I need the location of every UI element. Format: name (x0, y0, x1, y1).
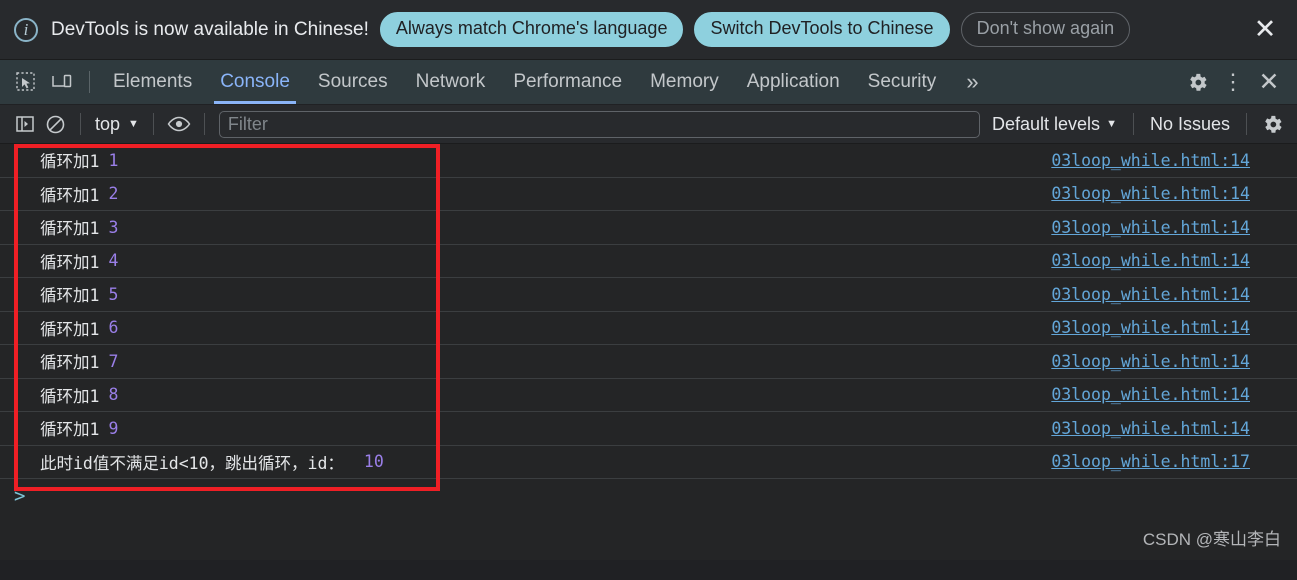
console-message-row[interactable]: 循环加1 1 03loop_while.html:14 (0, 144, 1297, 178)
console-message-text: 循环加1 (40, 152, 100, 172)
tab-memory[interactable]: Memory (636, 60, 733, 104)
console-message-source-link[interactable]: 03loop_while.html:14 (1051, 385, 1250, 404)
console-message-source-link[interactable]: 03loop_while.html:14 (1051, 218, 1250, 237)
console-message-text: 循环加1 (40, 185, 100, 205)
console-message-value: 4 (108, 251, 119, 271)
clear-console-icon[interactable] (40, 109, 70, 139)
console-message-value: 3 (108, 217, 119, 237)
console-message-row[interactable]: 循环加1 4 03loop_while.html:14 (0, 245, 1297, 278)
info-circle-icon: i (14, 17, 38, 42)
console-message-value: 2 (108, 184, 119, 204)
console-message-row[interactable]: 循环加1 5 03loop_while.html:14 (0, 278, 1297, 312)
toolbar-divider-3 (203, 113, 205, 135)
prompt-caret-icon: > (14, 485, 26, 507)
console-message-value: 8 (108, 385, 119, 405)
console-message-value: 6 (108, 318, 119, 338)
chevron-down-icon: ▼ (1106, 118, 1117, 130)
console-message-source-link[interactable]: 03loop_while.html:14 (1051, 419, 1250, 438)
tab-label: Sources (317, 71, 388, 92)
console-message-row[interactable]: 循环加1 7 03loop_while.html:14 (0, 345, 1297, 379)
tab-label: Memory (650, 71, 719, 92)
toolbar-divider-4 (1132, 113, 1134, 135)
console-message-source-link[interactable]: 03loop_while.html:14 (1051, 318, 1250, 337)
tab-label: Security (867, 71, 937, 92)
console-message-source-link[interactable]: 03loop_while.html:14 (1051, 184, 1250, 203)
tab-label: Network (415, 71, 486, 92)
log-levels-label: Default levels (992, 113, 1101, 134)
dont-show-again-button[interactable]: Don't show again (960, 11, 1131, 48)
log-levels-selector[interactable]: Default levels ▼ (986, 114, 1123, 135)
console-sidebar-icon[interactable] (10, 109, 40, 139)
tabbar-spacer (995, 60, 1160, 104)
console-message-source-link[interactable]: 03loop_while.html:14 (1051, 251, 1250, 270)
console-toolbar: top ▼ Filter Default levels ▼ No Issues (0, 105, 1297, 144)
tab-label: Elements (113, 71, 193, 92)
close-devtools-icon[interactable]: ✕ (1251, 60, 1287, 105)
console-message-source-link[interactable]: 03loop_while.html:14 (1051, 285, 1250, 304)
console-settings-gear-icon[interactable] (1257, 109, 1287, 139)
tab-security[interactable]: Security (854, 60, 951, 104)
console-message-source-link[interactable]: 03loop_while.html:17 (1051, 452, 1250, 471)
more-tabs-chevron-icon[interactable]: » (950, 60, 994, 104)
console-message-text: 循环加1 (40, 219, 100, 239)
chevron-down-icon: ▼ (128, 118, 139, 130)
switch-to-chinese-button[interactable]: Switch DevTools to Chinese (694, 11, 950, 48)
kebab-menu-icon[interactable]: ⋮ (1215, 60, 1251, 105)
console-message-source-link[interactable]: 03loop_while.html:14 (1051, 151, 1250, 170)
watermark-text: CSDN @寒山李白 (1142, 530, 1281, 549)
console-message-row[interactable]: 循环加1 8 03loop_while.html:14 (0, 379, 1297, 412)
always-match-language-button[interactable]: Always match Chrome's language (379, 11, 684, 48)
console-message-value: 1 (108, 150, 119, 170)
console-message-row[interactable]: 循环加1 2 03loop_while.html:14 (0, 178, 1297, 211)
console-message-row[interactable]: 循环加1 6 03loop_while.html:14 (0, 312, 1297, 345)
console-message-text: 循环加1 (40, 420, 100, 440)
console-message-value: 7 (108, 351, 119, 371)
console-message-row[interactable]: 循环加1 3 03loop_while.html:14 (0, 211, 1297, 245)
console-message-text: 循环加1 (40, 286, 100, 306)
console-message-value: 5 (108, 284, 119, 304)
tab-label: Console (220, 71, 290, 92)
toolbar-divider-1 (80, 113, 81, 135)
console-message-list[interactable]: 循环加1 1 03loop_while.html:14 循环加1 2 03loo… (0, 144, 1297, 560)
tabbar-divider (89, 71, 90, 93)
console-message-text: 循环加1 (40, 353, 100, 373)
tab-label: Application (746, 71, 840, 92)
device-toolbar-icon[interactable] (44, 60, 80, 104)
tab-application[interactable]: Application (733, 60, 854, 104)
console-message-text: 循环加1 (40, 319, 100, 339)
toolbar-divider-2 (152, 113, 154, 135)
close-notification-icon[interactable]: ✕ (1249, 14, 1281, 46)
filter-placeholder: Filter (227, 113, 268, 134)
gear-icon[interactable] (1179, 60, 1215, 105)
filter-input[interactable]: Filter (218, 110, 980, 138)
console-message-text: 此时id值不满足id<10，跳出循环，id： (40, 453, 344, 473)
inspect-element-icon[interactable] (8, 60, 44, 104)
notification-message: DevTools is now available in Chinese! (51, 18, 369, 40)
issues-counter[interactable]: No Issues (1144, 114, 1236, 135)
devtools-language-notification: i DevTools is now available in Chinese! … (0, 0, 1297, 60)
tabbar-actions: ⋮ ✕ (1160, 60, 1297, 104)
tab-performance[interactable]: Performance (499, 60, 636, 104)
console-input-prompt[interactable]: > (0, 479, 1297, 513)
toolbar-divider-5 (1246, 113, 1247, 135)
tab-label: Performance (513, 71, 623, 92)
console-message-row[interactable]: 循环加1 9 03loop_while.html:14 (0, 412, 1297, 446)
execution-context-label: top (95, 113, 121, 134)
live-expression-eye-icon[interactable] (164, 109, 194, 139)
tab-sources[interactable]: Sources (304, 60, 402, 104)
console-message-row[interactable]: 此时id值不满足id<10，跳出循环，id： 10 03loop_while.h… (0, 446, 1297, 479)
console-message-text: 循环加1 (40, 386, 100, 406)
console-message-text: 循环加1 (40, 252, 100, 272)
console-message-value: 9 (108, 418, 119, 438)
tab-network[interactable]: Network (402, 60, 500, 104)
console-message-value: 10 (363, 452, 384, 472)
execution-context-selector[interactable]: top ▼ (91, 114, 143, 135)
console-message-source-link[interactable]: 03loop_while.html:14 (1051, 352, 1250, 371)
tab-elements[interactable]: Elements (99, 60, 206, 104)
tab-console[interactable]: Console (206, 60, 304, 104)
devtools-tabbar: Elements Console Sources Network Perform… (0, 60, 1297, 105)
